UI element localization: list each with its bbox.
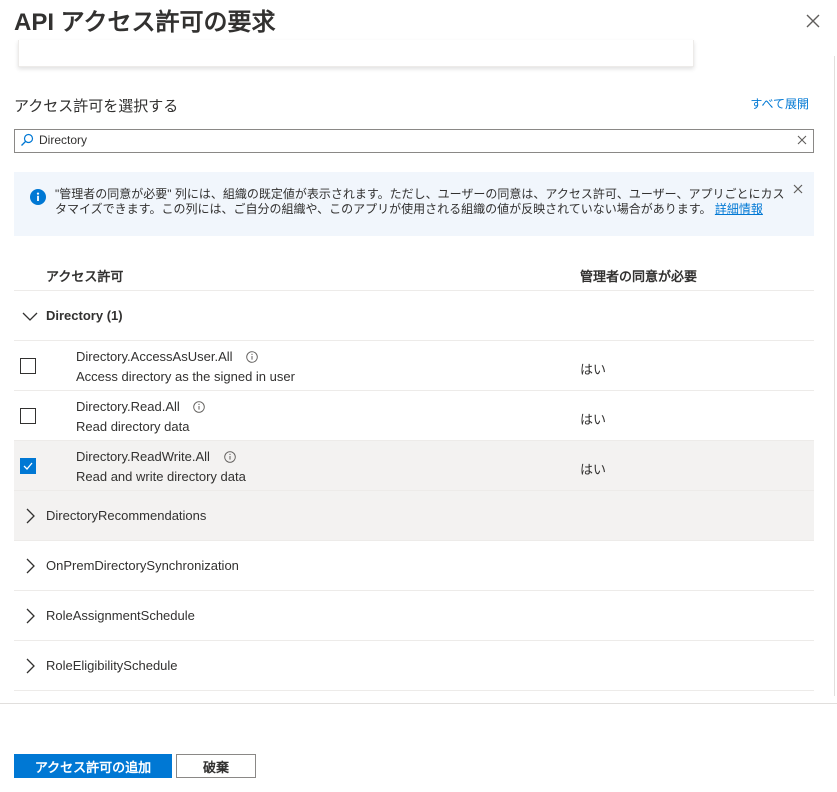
info-bar: "管理者の同意が必要" 列には、組織の既定値が表示されます。ただし、ユーザーの同… bbox=[14, 172, 814, 236]
group-role-eligibility-schedule[interactable]: RoleEligibilitySchedule bbox=[14, 641, 814, 691]
group-directory-recommendations[interactable]: DirectoryRecommendations bbox=[14, 491, 814, 541]
footer-divider bbox=[0, 703, 837, 704]
group-label: DirectoryRecommendations bbox=[46, 508, 207, 523]
permissions-table: アクセス許可 管理者の同意が必要 Directory (1) Directory… bbox=[14, 256, 814, 691]
group-directory[interactable]: Directory (1) bbox=[14, 291, 814, 341]
permission-name-row: Directory.AccessAsUser.All bbox=[76, 349, 258, 364]
chevron-right-icon bbox=[26, 608, 35, 624]
panel-title: API アクセス許可の要求 bbox=[14, 9, 276, 36]
group-label: Directory (1) bbox=[46, 308, 123, 323]
admin-consent-value: はい bbox=[580, 462, 607, 477]
checkmark-icon bbox=[23, 462, 33, 470]
column-header-permission: アクセス許可 bbox=[46, 269, 124, 284]
permission-name: Directory.Read.All bbox=[76, 399, 180, 414]
search-input[interactable] bbox=[39, 131, 779, 149]
dismiss-icon[interactable] bbox=[793, 184, 803, 194]
search-box bbox=[14, 129, 814, 153]
info-circle-icon[interactable] bbox=[193, 401, 206, 413]
permission-checkbox[interactable] bbox=[20, 358, 36, 374]
group-label: RoleEligibilitySchedule bbox=[46, 658, 178, 673]
chevron-right-icon bbox=[26, 508, 35, 524]
permission-row: Directory.AccessAsUser.All Access direct… bbox=[14, 341, 814, 391]
info-circle-icon[interactable] bbox=[246, 351, 258, 363]
group-role-assignment-schedule[interactable]: RoleAssignmentSchedule bbox=[14, 591, 814, 641]
expand-all-link[interactable]: すべて展開 bbox=[750, 95, 809, 112]
group-label: RoleAssignmentSchedule bbox=[46, 608, 195, 623]
group-onprem-directory-synchronization[interactable]: OnPremDirectorySynchronization bbox=[14, 541, 814, 591]
clear-icon[interactable] bbox=[797, 135, 807, 145]
permission-name: Directory.ReadWrite.All bbox=[76, 449, 210, 464]
close-button[interactable] bbox=[800, 8, 826, 34]
chevron-down-icon bbox=[22, 312, 38, 321]
permission-checkbox[interactable] bbox=[20, 458, 36, 474]
permission-name-row: Directory.Read.All bbox=[76, 399, 206, 414]
permission-description: Access directory as the signed in user bbox=[76, 369, 295, 384]
column-header-admin-consent: 管理者の同意が必要 bbox=[580, 269, 698, 284]
permission-description: Read directory data bbox=[76, 419, 190, 434]
info-circle-icon[interactable] bbox=[223, 451, 236, 463]
permission-row: Directory.Read.All Read directory data は… bbox=[14, 391, 814, 441]
search-icon bbox=[21, 133, 34, 146]
permission-row: Directory.ReadWrite.All Read and write d… bbox=[14, 441, 814, 491]
chevron-right-icon bbox=[26, 658, 35, 674]
add-permissions-button[interactable]: アクセス許可の追加 bbox=[14, 754, 172, 778]
chevron-right-icon bbox=[26, 558, 35, 574]
permission-name: Directory.AccessAsUser.All bbox=[76, 349, 233, 364]
close-icon bbox=[806, 14, 820, 28]
discard-button[interactable]: 破棄 bbox=[176, 754, 256, 778]
group-label: OnPremDirectorySynchronization bbox=[46, 558, 239, 573]
learn-more-link[interactable]: 詳細情報 bbox=[715, 202, 763, 216]
admin-consent-value: はい bbox=[580, 362, 607, 377]
table-header: アクセス許可 管理者の同意が必要 bbox=[14, 256, 814, 291]
info-message-text: "管理者の同意が必要" 列には、組織の既定値が表示されます。ただし、ユーザーの同… bbox=[55, 187, 785, 216]
select-permissions-label: アクセス許可を選択する bbox=[14, 98, 179, 115]
info-message: "管理者の同意が必要" 列には、組織の既定値が表示されます。ただし、ユーザーの同… bbox=[55, 187, 790, 217]
permission-checkbox[interactable] bbox=[20, 408, 36, 424]
permission-description: Read and write directory data bbox=[76, 469, 246, 484]
info-icon bbox=[30, 189, 46, 205]
previous-content-card bbox=[18, 40, 694, 67]
permission-name-row: Directory.ReadWrite.All bbox=[76, 449, 236, 464]
panel-divider bbox=[834, 56, 835, 696]
admin-consent-value: はい bbox=[580, 412, 607, 427]
